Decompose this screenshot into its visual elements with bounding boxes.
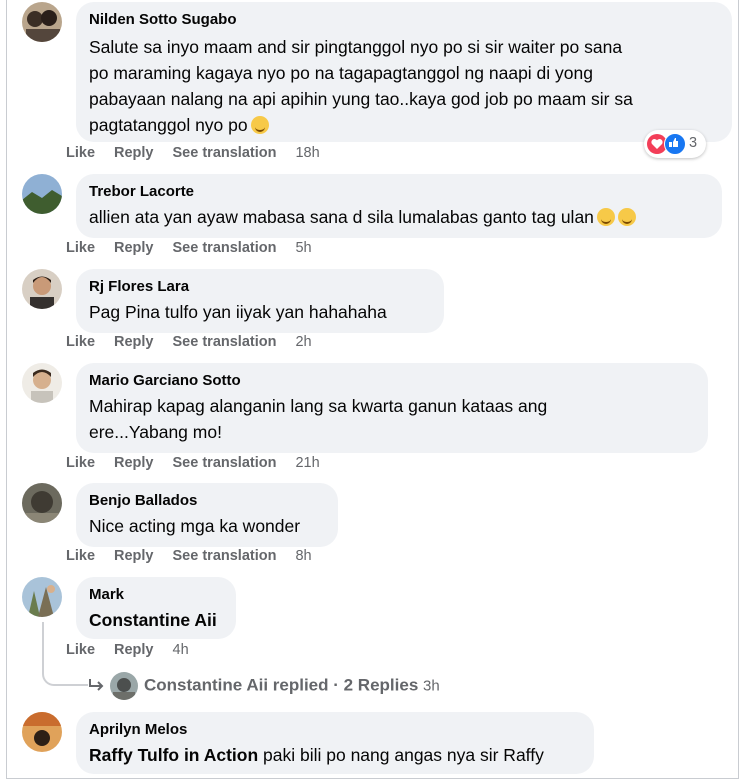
comment-bubble: Mark Constantine Aii (76, 577, 236, 639)
reply-button[interactable]: Reply (114, 455, 154, 471)
see-translation-link[interactable]: See translation (173, 145, 277, 161)
like-button[interactable]: Like (66, 455, 95, 471)
comment-text: Mahirap kapag alanganin lang sa kwarta g… (89, 393, 695, 445)
commenter-name[interactable]: Mario Garciano Sotto (89, 371, 695, 390)
mentioned-user-link[interactable]: Constantine Aii (89, 607, 223, 633)
commenter-name[interactable]: Nilden Sotto Sugabo (89, 10, 719, 29)
mentioned-page-link[interactable]: Raffy Tulfo in Action (89, 745, 258, 765)
comment-bubble: Mario Garciano Sotto Mahirap kapag alang… (76, 363, 708, 453)
timestamp[interactable]: 18h (295, 145, 319, 161)
timestamp[interactable]: 4h (173, 642, 189, 658)
timestamp[interactable]: 2h (295, 334, 311, 350)
like-button[interactable]: Like (66, 240, 95, 256)
reply-button[interactable]: Reply (114, 334, 154, 350)
like-button[interactable]: Like (66, 548, 95, 564)
avatar[interactable] (22, 174, 62, 214)
comment-bubble: Rj Flores Lara Pag Pina tulfo yan iiyak … (76, 269, 444, 333)
like-button[interactable]: Like (66, 334, 95, 350)
reply-arrow-icon (88, 676, 106, 696)
comment-bubble: Trebor Lacorte allien ata yan ayaw mabas… (76, 174, 722, 238)
reply-button[interactable]: Reply (114, 145, 154, 161)
commenter-name[interactable]: Aprilyn Melos (89, 720, 581, 739)
like-button[interactable]: Like (66, 145, 95, 161)
see-translation-link[interactable]: See translation (173, 548, 277, 564)
comment-text: Pag Pina tulfo yan iiyak yan hahahaha (89, 302, 387, 322)
comment-bubble: Nilden Sotto Sugabo Salute sa inyo maam … (76, 2, 732, 142)
reaction-summary[interactable]: 3 (644, 130, 706, 158)
see-translation-link[interactable]: See translation (173, 455, 277, 471)
replies-summary: replied · 2 Replies (272, 675, 419, 695)
comment-text: Raffy Tulfo in Action paki bili po nang … (89, 745, 544, 765)
comment-actions: Like Reply See translation 2h (66, 334, 331, 350)
comment-actions: Like Reply See translation 5h (66, 240, 331, 256)
comment-text: Nice acting mga ka wonder (89, 516, 301, 536)
comment-text: allien ata yan ayaw mabasa sana d sila l… (89, 204, 709, 230)
comment-actions: Like Reply See translation 18h (66, 145, 339, 161)
comment-actions: Like Reply 4h (66, 642, 208, 658)
timestamp[interactable]: 5h (295, 240, 311, 256)
comment-bubble: Benjo Ballados Nice acting mga ka wonder (76, 483, 338, 547)
replies-timestamp: 3h (423, 677, 440, 695)
comment-line: pagtatanggol nyo po (89, 112, 719, 138)
smiling-face-emoji (250, 116, 269, 134)
reply-button[interactable]: Reply (114, 548, 154, 564)
see-translation-link[interactable]: See translation (173, 240, 277, 256)
reaction-count: 3 (689, 135, 698, 151)
timestamp[interactable]: 8h (295, 548, 311, 564)
comment-bubble: Aprilyn Melos Raffy Tulfo in Action paki… (76, 712, 594, 774)
comment-text: Salute sa inyo maam and sir pingtanggol … (89, 34, 719, 138)
comment-actions: Like Reply See translation 21h (66, 455, 339, 471)
avatar[interactable] (22, 363, 62, 403)
avatar[interactable] (22, 483, 62, 523)
comment-line: Salute sa inyo maam and sir pingtanggol … (89, 37, 623, 57)
comment-line: po maraming kagaya nyo po na tagapagtang… (89, 63, 593, 83)
commenter-name[interactable]: Trebor Lacorte (89, 182, 709, 201)
comment-line: pabayaan nalang na api apihin yung tao..… (89, 89, 633, 109)
like-button[interactable]: Like (66, 642, 95, 658)
avatar[interactable] (22, 712, 62, 752)
comment-line: ere...Yabang mo! (89, 422, 222, 442)
commenter-name[interactable]: Mark (89, 585, 223, 604)
like-reaction-icon (664, 132, 686, 155)
replier-avatar (110, 672, 138, 700)
replier-name: Constantine Aii (144, 675, 269, 695)
avatar[interactable] (22, 269, 62, 309)
commenter-name[interactable]: Rj Flores Lara (89, 277, 431, 296)
smiling-face-emoji (596, 208, 615, 226)
avatar[interactable] (22, 577, 62, 617)
view-replies-link[interactable]: Constantine Aii replied · 2 Replies 3h (88, 672, 440, 700)
see-translation-link[interactable]: See translation (173, 334, 277, 350)
avatar[interactable] (22, 2, 62, 42)
comment-actions: Like Reply See translation 8h (66, 548, 331, 564)
timestamp[interactable]: 21h (295, 455, 319, 471)
reply-button[interactable]: Reply (114, 642, 154, 658)
reply-button[interactable]: Reply (114, 240, 154, 256)
comment-line: Mahirap kapag alanganin lang sa kwarta g… (89, 396, 548, 416)
rolling-laughing-emoji (617, 208, 636, 226)
commenter-name[interactable]: Benjo Ballados (89, 491, 325, 510)
